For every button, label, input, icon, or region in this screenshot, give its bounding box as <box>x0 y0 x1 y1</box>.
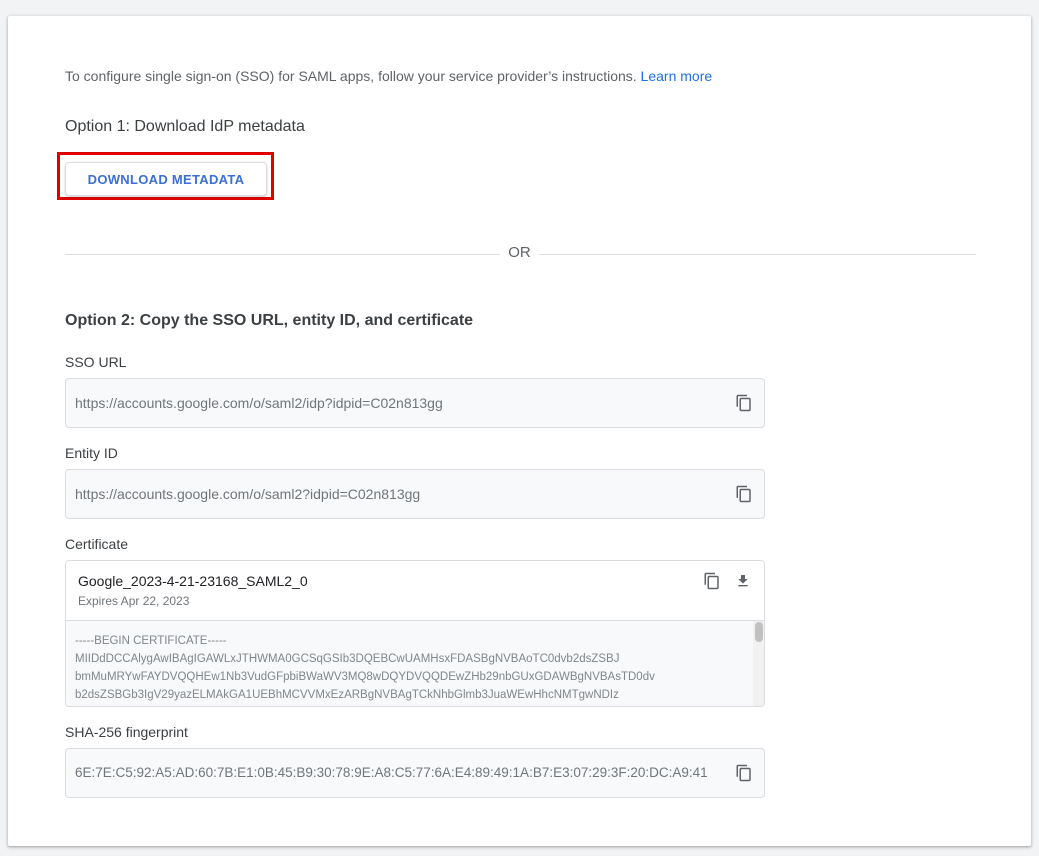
copy-entity-id-button[interactable] <box>732 482 756 506</box>
download-certificate-button[interactable] <box>731 569 755 593</box>
certificate-panel: Google_2023-4-21-23168_SAML2_0 Expires A… <box>65 560 765 707</box>
download-icon <box>738 575 748 587</box>
or-divider-label: OR <box>508 244 531 261</box>
copy-sha256-button[interactable] <box>732 761 756 785</box>
copy-icon <box>736 394 751 412</box>
certificate-text-area[interactable]: -----BEGIN CERTIFICATE----- MIIDdDCCAlygA… <box>66 620 764 706</box>
entity-id-label: Entity ID <box>65 445 118 461</box>
certificate-scrollbar[interactable] <box>753 621 764 706</box>
certificate-text[interactable]: -----BEGIN CERTIFICATE----- MIIDdDCCAlygA… <box>75 632 655 704</box>
certificate-line: bmMuMRYwFAYDVQQHEw1Nb3VudGFpbiBWaWV3MQ8w… <box>75 671 655 683</box>
copy-icon <box>736 485 751 503</box>
copy-icon <box>704 572 719 590</box>
copy-icon <box>736 764 751 782</box>
sso-url-value[interactable]: https://accounts.google.com/o/saml2/idp?… <box>75 395 443 411</box>
entity-id-value[interactable]: https://accounts.google.com/o/saml2?idpi… <box>75 486 420 502</box>
certificate-line: MIIDdDCCAlygAwIBAgIGAWLxJTHWMA0GCSqGSIb3… <box>75 653 620 665</box>
entity-id-field[interactable]: https://accounts.google.com/o/saml2?idpi… <box>65 469 765 519</box>
copy-certificate-button[interactable] <box>700 569 724 593</box>
sso-url-field[interactable]: https://accounts.google.com/o/saml2/idp?… <box>65 378 765 428</box>
certificate-name: Google_2023-4-21-23168_SAML2_0 <box>78 573 308 589</box>
sha256-label: SHA-256 fingerprint <box>65 724 188 740</box>
sha256-value[interactable]: 6E:7E:C5:92:A5:AD:60:7B:E1:0B:45:B9:30:7… <box>75 765 708 780</box>
certificate-line: b2dsZSBGb3IgV29yazELMAkGA1UEBhMCVVMxEzAR… <box>75 689 619 701</box>
sso-url-label: SSO URL <box>65 354 127 370</box>
intro-description: To configure single sign-on (SSO) for SA… <box>65 68 637 84</box>
certificate-label: Certificate <box>65 536 129 552</box>
download-metadata-button[interactable]: DOWNLOAD METADATA <box>65 162 267 196</box>
option1-heading: Option 1: Download IdP metadata <box>65 118 305 135</box>
sso-config-card: To configure single sign-on (SSO) for SA… <box>8 16 1031 846</box>
learn-more-link[interactable]: Learn more <box>641 68 713 84</box>
sha256-field[interactable]: 6E:7E:C5:92:A5:AD:60:7B:E1:0B:45:B9:30:7… <box>65 748 765 798</box>
divider-right <box>539 254 976 255</box>
divider-left <box>65 254 500 255</box>
copy-sso-url-button[interactable] <box>732 391 756 415</box>
certificate-expiry: Expires Apr 22, 2023 <box>78 594 190 608</box>
option2-heading: Option 2: Copy the SSO URL, entity ID, a… <box>65 312 474 329</box>
certificate-line: -----BEGIN CERTIFICATE----- <box>75 635 227 647</box>
scrollbar-thumb[interactable] <box>755 622 763 642</box>
intro-text: To configure single sign-on (SSO) for SA… <box>65 68 712 84</box>
